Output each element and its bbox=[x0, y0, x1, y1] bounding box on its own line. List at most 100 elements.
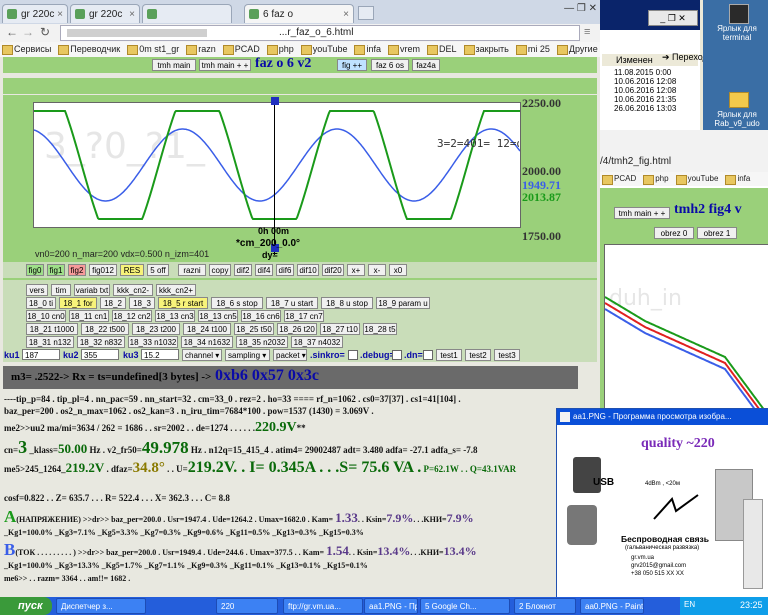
back-icon[interactable]: ← bbox=[6, 25, 18, 39]
tmh-main-pp-button[interactable]: tmh main + + bbox=[199, 59, 251, 71]
folder-icon[interactable] bbox=[729, 92, 749, 108]
row18d-button-4[interactable]: 18_35 n2032 bbox=[236, 336, 288, 348]
row18c-button-2[interactable]: 18_23 t200 bbox=[132, 323, 180, 335]
row18a-button-2[interactable]: 18_2 bbox=[100, 297, 126, 309]
date-row[interactable]: 10.06.2016 21:35 bbox=[614, 95, 676, 104]
packet-select[interactable]: packet ▾ bbox=[273, 349, 307, 361]
tab-gr220c-2[interactable]: gr 220c × bbox=[70, 4, 140, 23]
date-row[interactable]: 10.06.2016 12:08 bbox=[614, 86, 676, 95]
bookmark-item[interactable]: mi 25 bbox=[514, 42, 555, 57]
vers-button-1[interactable]: tim bbox=[51, 284, 71, 296]
vers-button-0[interactable]: vers bbox=[26, 284, 48, 296]
taskbar-item-3[interactable]: aa1.PNG - Про... bbox=[364, 598, 418, 614]
address-bar[interactable]: ...r_faz_o_6.html bbox=[60, 25, 580, 41]
test3-button[interactable]: test3 bbox=[494, 349, 520, 361]
new-tab-button[interactable] bbox=[358, 6, 374, 20]
close-icon[interactable]: × bbox=[57, 5, 63, 23]
row18d-button-1[interactable]: 18_32 n832 bbox=[77, 336, 125, 348]
fig-button-11[interactable]: dif10 bbox=[297, 264, 319, 276]
channel-select[interactable]: channel ▾ bbox=[182, 349, 222, 361]
row18b-button-3[interactable]: 18_13 cn3 bbox=[155, 310, 195, 322]
top-marker[interactable] bbox=[271, 97, 279, 105]
taskbar-item-6[interactable]: aa0.PNG - Paint bbox=[580, 598, 644, 614]
bookmark-item[interactable]: DEL bbox=[425, 42, 462, 57]
sampling-select[interactable]: sampling ▾ bbox=[225, 349, 270, 361]
ku1-input[interactable]: 187 bbox=[22, 349, 60, 360]
row18c-button-1[interactable]: 18_22 t500 bbox=[81, 323, 129, 335]
row18b-button-5[interactable]: 18_16 cn6 bbox=[241, 310, 281, 322]
bookmark-item[interactable]: PCAD bbox=[221, 42, 265, 57]
fig-button-2[interactable]: fig2 bbox=[68, 264, 86, 276]
perehod-button[interactable]: ➔ Переход bbox=[662, 52, 708, 63]
row18b-button-6[interactable]: 18_17 cn7 bbox=[284, 310, 324, 322]
taskbar-item-4[interactable]: 5 Google Ch... bbox=[420, 598, 510, 614]
menu-icon[interactable]: ≡ bbox=[584, 26, 590, 38]
taskbar-item-2[interactable]: ftp://gr.vm.ua... bbox=[283, 598, 363, 614]
tmh-main-button[interactable]: tmh main bbox=[152, 59, 196, 71]
fig-button-4[interactable]: RES bbox=[120, 264, 144, 276]
reload-icon[interactable]: ↻ bbox=[40, 25, 50, 39]
obrez1-button-2[interactable]: obrez 1 bbox=[697, 227, 737, 239]
date-row[interactable]: 26.06.2016 13:03 bbox=[614, 104, 676, 113]
bookmark-item[interactable]: Сервисы bbox=[0, 42, 56, 57]
date-row[interactable]: 11.08.2015 0:00 bbox=[614, 68, 671, 77]
fig-button-3[interactable]: fig012 bbox=[89, 264, 117, 276]
vers-button-2[interactable]: variab txt bbox=[74, 284, 110, 296]
start-button[interactable]: пуск bbox=[0, 597, 52, 615]
window-controls[interactable]: — ❐ ✕ bbox=[545, 2, 597, 16]
row18b-button-1[interactable]: 18_11 cn1 bbox=[69, 310, 109, 322]
row18d-button-5[interactable]: 18_37 n4032 bbox=[291, 336, 343, 348]
row18a-button-8[interactable]: 18_9 param u bbox=[376, 297, 430, 309]
vers-button-3[interactable]: kkk_cn2- bbox=[113, 284, 153, 296]
fig-button-9[interactable]: dif4 bbox=[255, 264, 273, 276]
fig-button-1[interactable]: fig1 bbox=[47, 264, 65, 276]
row18d-button-0[interactable]: 18_31 n132 bbox=[26, 336, 74, 348]
row18b-button-4[interactable]: 18_13 cn5 bbox=[198, 310, 238, 322]
taskbar-item-0[interactable]: Диспетчер з... bbox=[56, 598, 146, 614]
row18d-button-3[interactable]: 18_34 n1632 bbox=[181, 336, 233, 348]
row18a-button-5[interactable]: 18_6 s stop bbox=[211, 297, 263, 309]
fig-button-8[interactable]: dif2 bbox=[234, 264, 252, 276]
sinkro-checkbox[interactable] bbox=[348, 350, 358, 360]
tab-hidden[interactable] bbox=[142, 4, 232, 23]
close-icon[interactable]: × bbox=[343, 5, 349, 23]
row18a-button-0[interactable]: 18_0 ti bbox=[26, 297, 56, 309]
bookmark-item[interactable]: 0m st1_gr bbox=[125, 42, 184, 57]
row18b-button-2[interactable]: 18_12 cn2 bbox=[112, 310, 152, 322]
fig-button-0[interactable]: fig0 bbox=[26, 264, 44, 276]
ku3-input[interactable]: 15.2 bbox=[141, 349, 179, 360]
row18c-button-3[interactable]: 18_24 t100 bbox=[183, 323, 231, 335]
row18c-button-6[interactable]: 18_27 t10 bbox=[320, 323, 360, 335]
row18b-button-0[interactable]: 18_10 cn0 bbox=[26, 310, 66, 322]
second-browser-url[interactable]: /4/tmh2_fig.html bbox=[600, 156, 671, 167]
debug-checkbox[interactable] bbox=[392, 350, 402, 360]
bookmark-item[interactable]: Переводчик bbox=[56, 42, 125, 57]
window-buttons[interactable]: _ ❐ ✕ bbox=[648, 10, 698, 26]
faz4a-button[interactable]: faz4a bbox=[412, 59, 440, 71]
fig-pp-button[interactable]: fig ++ bbox=[337, 59, 367, 71]
row18c-button-5[interactable]: 18_26 t20 bbox=[277, 323, 317, 335]
bookmark-item[interactable]: Другие закладки bbox=[555, 42, 600, 57]
fig-button-6[interactable]: razni bbox=[178, 264, 206, 276]
bookmark-item[interactable]: vrem bbox=[386, 42, 425, 57]
dn-checkbox[interactable] bbox=[423, 350, 433, 360]
fig-button-12[interactable]: dif20 bbox=[322, 264, 344, 276]
test1-button[interactable]: test1 bbox=[436, 349, 462, 361]
taskbar-item-1[interactable]: 220 bbox=[216, 598, 278, 614]
row18a-button-1[interactable]: 18_1 for bbox=[59, 297, 97, 309]
fig-button-5[interactable]: 5 off bbox=[147, 264, 169, 276]
faz6os-button[interactable]: faz 6 os bbox=[371, 59, 409, 71]
fig-button-15[interactable]: x0 bbox=[389, 264, 407, 276]
vers-button-4[interactable]: kkk_cn2+ bbox=[156, 284, 196, 296]
bookmark-item[interactable]: youTube bbox=[299, 42, 353, 57]
bookmark-item[interactable]: закрыть bbox=[462, 42, 514, 57]
fig-button-13[interactable]: x+ bbox=[347, 264, 365, 276]
tmh-main-pp-button-2[interactable]: tmh main + + bbox=[614, 207, 670, 219]
tab-gr220c-1[interactable]: gr 220c × bbox=[2, 4, 68, 23]
row18a-button-3[interactable]: 18_3 bbox=[129, 297, 155, 309]
row18a-button-7[interactable]: 18_8 u stop bbox=[321, 297, 373, 309]
close-icon[interactable]: × bbox=[129, 5, 135, 23]
fig-button-10[interactable]: dif6 bbox=[276, 264, 294, 276]
row18c-button-7[interactable]: 18_28 t5 bbox=[363, 323, 397, 335]
forward-icon[interactable]: → bbox=[22, 25, 34, 39]
